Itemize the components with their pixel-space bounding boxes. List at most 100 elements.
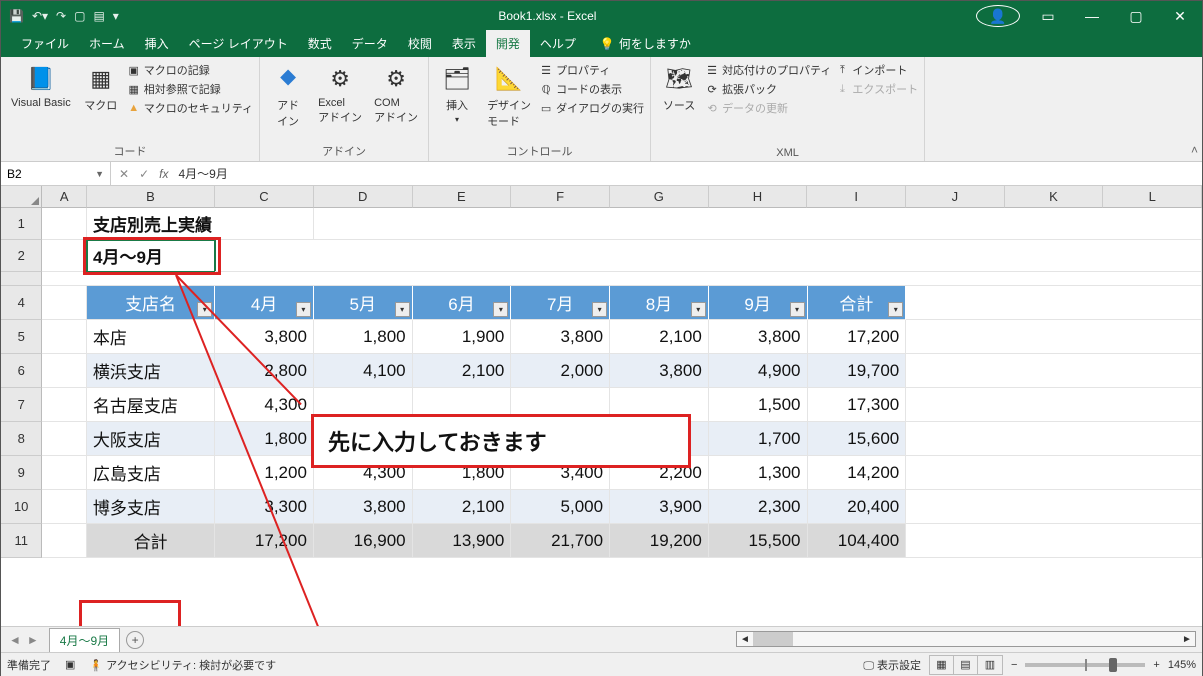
cell[interactable]: [906, 320, 1202, 354]
scroll-thumb[interactable]: [753, 632, 793, 646]
table-cell[interactable]: 名古屋支店: [87, 388, 215, 422]
table-cell[interactable]: 5,000: [511, 490, 610, 524]
scroll-track[interactable]: [753, 632, 1179, 646]
macro-record-icon[interactable]: ▣: [65, 658, 75, 671]
tab-insert[interactable]: 挿入: [135, 30, 179, 57]
total-cell[interactable]: 13,900: [413, 524, 512, 558]
table-cell[interactable]: 17,300: [808, 388, 907, 422]
col-header[interactable]: L: [1103, 186, 1202, 208]
sheet-tab[interactable]: 4月～9月: [49, 628, 120, 652]
table-cell[interactable]: 2,000: [511, 354, 610, 388]
new-sheet-button[interactable]: +: [126, 631, 144, 649]
next-sheet-icon[interactable]: ►: [27, 633, 39, 647]
total-cell[interactable]: 15,500: [709, 524, 808, 558]
excel-addins-button[interactable]: ⚙Excel アドイン: [314, 60, 366, 128]
row-header[interactable]: [1, 272, 42, 286]
zoom-level[interactable]: 145%: [1168, 659, 1196, 671]
col-header[interactable]: I: [807, 186, 906, 208]
cell[interactable]: [42, 240, 87, 272]
table-cell[interactable]: 2,800: [215, 354, 314, 388]
col-header[interactable]: D: [314, 186, 413, 208]
table-cell[interactable]: 3,800: [709, 320, 808, 354]
sheet-nav[interactable]: ◄►: [1, 633, 47, 647]
cell[interactable]: [906, 456, 1202, 490]
col-header[interactable]: B: [87, 186, 215, 208]
table-cell[interactable]: 2,100: [610, 320, 709, 354]
table-cell[interactable]: 15,600: [808, 422, 907, 456]
total-cell[interactable]: 19,200: [610, 524, 709, 558]
cell[interactable]: [906, 388, 1202, 422]
cell[interactable]: [314, 208, 1202, 240]
table-cell[interactable]: 1,200: [215, 456, 314, 490]
col-header[interactable]: G: [610, 186, 709, 208]
normal-view-button[interactable]: ▦: [930, 656, 954, 674]
horizontal-scrollbar[interactable]: ◄ ►: [736, 631, 1196, 647]
total-label[interactable]: 合計: [87, 524, 215, 558]
tab-review[interactable]: 校閲: [398, 30, 442, 57]
select-all-corner[interactable]: [1, 186, 42, 208]
macro-security-button[interactable]: ▲マクロのセキュリティ: [127, 100, 253, 116]
cell-title[interactable]: 支店別売上実績: [87, 208, 314, 240]
col-header[interactable]: K: [1005, 186, 1104, 208]
enter-icon[interactable]: ✓: [139, 167, 149, 181]
row-header[interactable]: 6: [1, 354, 42, 388]
table-cell[interactable]: 2,100: [413, 490, 512, 524]
page-layout-view-button[interactable]: ▤: [954, 656, 978, 674]
filter-icon[interactable]: ▾: [395, 302, 410, 317]
relative-reference-button[interactable]: ▦相対参照で記録: [127, 81, 253, 97]
accessibility-status[interactable]: 🧍 アクセシビリティ: 検討が必要です: [89, 657, 276, 673]
ribbon-display-icon[interactable]: ▭: [1026, 1, 1070, 31]
total-cell[interactable]: 17,200: [215, 524, 314, 558]
col-header[interactable]: J: [906, 186, 1005, 208]
import-button[interactable]: ⤒インポート: [835, 62, 918, 78]
table-cell[interactable]: 20,400: [808, 490, 907, 524]
cell[interactable]: [906, 422, 1202, 456]
redo-icon[interactable]: ↷: [56, 9, 66, 23]
row-header[interactable]: 9: [1, 456, 42, 490]
cell[interactable]: [42, 490, 87, 524]
filter-icon[interactable]: ▾: [493, 302, 508, 317]
fx-icon[interactable]: fx: [159, 167, 168, 181]
total-cell[interactable]: 104,400: [808, 524, 907, 558]
chevron-down-icon[interactable]: ▼: [95, 169, 104, 179]
cancel-icon[interactable]: ✕: [119, 167, 129, 181]
row-header[interactable]: 4: [1, 286, 42, 320]
tab-data[interactable]: データ: [342, 30, 398, 57]
minimize-icon[interactable]: —: [1070, 1, 1114, 31]
design-mode-button[interactable]: 📐デザイン モード: [483, 60, 535, 132]
source-button[interactable]: 🗺ソース: [657, 60, 701, 116]
com-addins-button[interactable]: ⚙COM アドイン: [370, 60, 422, 128]
filter-icon[interactable]: ▾: [592, 302, 607, 317]
col-header[interactable]: E: [413, 186, 512, 208]
collapse-ribbon-icon[interactable]: ˄: [1191, 143, 1198, 157]
cell[interactable]: [42, 286, 87, 320]
total-cell[interactable]: 16,900: [314, 524, 413, 558]
cell[interactable]: [906, 354, 1202, 388]
prev-sheet-icon[interactable]: ◄: [9, 633, 21, 647]
zoom-out-button[interactable]: −: [1011, 659, 1017, 671]
zoom-in-button[interactable]: +: [1153, 659, 1159, 671]
table-cell[interactable]: 17,200: [808, 320, 907, 354]
table-cell[interactable]: 広島支店: [87, 456, 215, 490]
tab-file[interactable]: ファイル: [11, 30, 79, 57]
account-icon[interactable]: 👤: [976, 5, 1020, 27]
table-header[interactable]: 9月▾: [709, 286, 808, 320]
row-header[interactable]: 11: [1, 524, 42, 558]
table-cell[interactable]: 2,300: [709, 490, 808, 524]
active-cell[interactable]: 4月～9月: [87, 240, 215, 272]
row-header[interactable]: 1: [1, 208, 42, 240]
cell[interactable]: [42, 272, 1202, 286]
tab-help[interactable]: ヘルプ: [530, 30, 586, 57]
zoom-thumb[interactable]: [1109, 658, 1117, 672]
table-cell[interactable]: 19,700: [808, 354, 907, 388]
table-cell[interactable]: 2,100: [413, 354, 512, 388]
tab-formulas[interactable]: 数式: [298, 30, 342, 57]
table-cell[interactable]: 3,900: [610, 490, 709, 524]
table-cell[interactable]: 3,800: [215, 320, 314, 354]
macros-button[interactable]: ▦マクロ: [79, 60, 123, 116]
addins-button[interactable]: ⯁アド イン: [266, 60, 310, 132]
table-cell[interactable]: 1,500: [709, 388, 808, 422]
table-cell[interactable]: 1,800: [215, 422, 314, 456]
qat-item-icon[interactable]: ▤: [93, 9, 104, 23]
table-cell[interactable]: 1,800: [314, 320, 413, 354]
